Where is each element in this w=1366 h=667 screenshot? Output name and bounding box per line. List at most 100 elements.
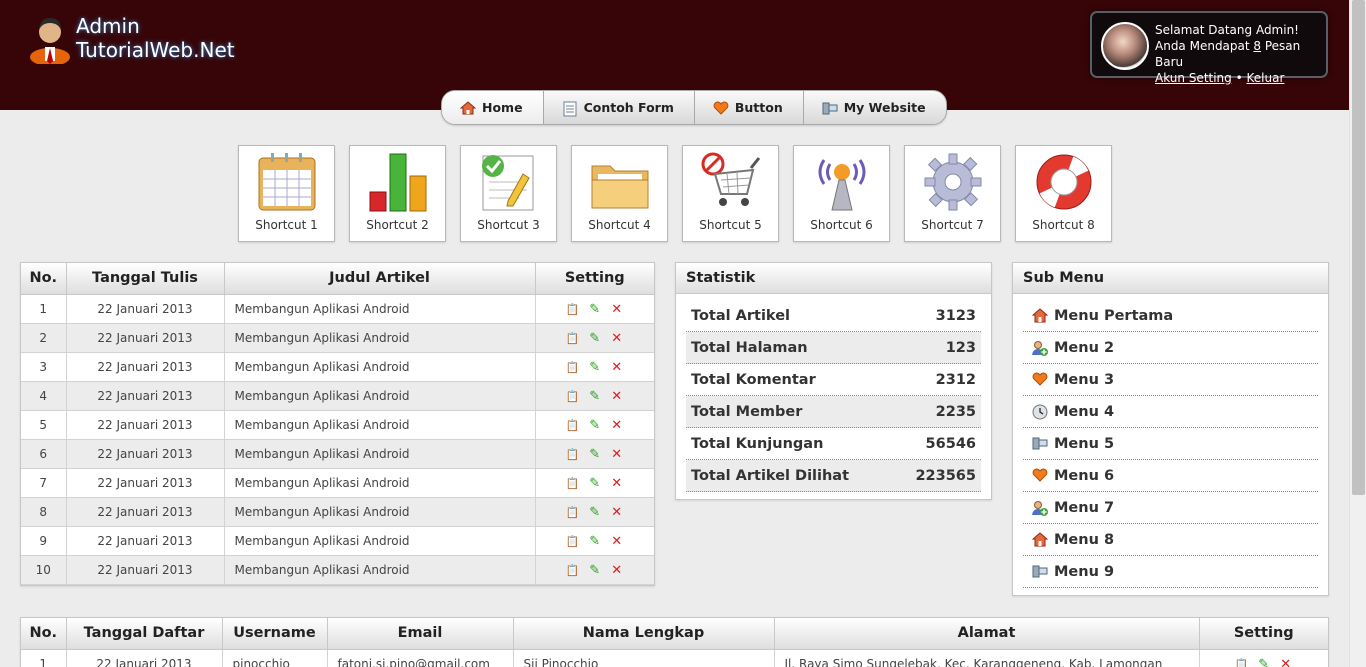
row-actions: 📋 ✎ ✕ bbox=[535, 468, 654, 498]
cart-icon bbox=[701, 152, 761, 206]
submenu-item-2[interactable]: Menu 2 bbox=[1023, 332, 1318, 364]
view-icon[interactable]: 📋 bbox=[566, 477, 580, 490]
shortcut-7[interactable]: Shortcut 7 bbox=[904, 145, 1001, 242]
site-logo[interactable]: Admin TutorialWeb.Net bbox=[28, 14, 248, 74]
submenu-item-5[interactable]: Menu 5 bbox=[1023, 428, 1318, 460]
row-actions: 📋 ✎ ✕ bbox=[535, 410, 654, 440]
scrollbar-thumb[interactable] bbox=[1352, 0, 1365, 495]
shortcut-1[interactable]: Shortcut 1 bbox=[238, 145, 335, 242]
delete-icon[interactable]: ✕ bbox=[610, 419, 624, 432]
table-cell: 2 bbox=[21, 323, 67, 353]
delete-icon[interactable]: ✕ bbox=[610, 506, 624, 519]
edit-icon[interactable]: ✎ bbox=[588, 390, 602, 403]
edit-icon[interactable]: ✎ bbox=[1257, 658, 1271, 667]
edit-icon[interactable]: ✎ bbox=[588, 477, 602, 490]
shortcut-2[interactable]: Shortcut 2 bbox=[349, 145, 446, 242]
articles-table: No. Tanggal Tulis Judul Artikel Setting … bbox=[21, 263, 654, 585]
shortcut-4[interactable]: Shortcut 4 bbox=[571, 145, 668, 242]
delete-icon[interactable]: ✕ bbox=[610, 303, 624, 316]
edit-icon[interactable]: ✎ bbox=[588, 419, 602, 432]
table-row: 2 22 Januari 2013 Membangun Aplikasi Andro… bbox=[21, 323, 654, 353]
col-setting: Setting bbox=[1199, 618, 1328, 650]
delete-icon[interactable]: ✕ bbox=[610, 332, 624, 345]
submenu-title: Sub Menu bbox=[1013, 263, 1328, 294]
checklist-icon bbox=[482, 155, 534, 211]
house-icon bbox=[1031, 531, 1049, 548]
view-icon[interactable]: 📋 bbox=[566, 506, 580, 519]
submenu-item-label: Menu 2 bbox=[1054, 339, 1115, 356]
view-icon[interactable]: 📋 bbox=[1235, 658, 1249, 667]
submenu-item-label: Menu 6 bbox=[1054, 467, 1115, 484]
edit-icon[interactable]: ✎ bbox=[588, 332, 602, 345]
account-settings-link[interactable]: Akun Setting bbox=[1155, 71, 1232, 85]
table-cell: 3 bbox=[21, 352, 67, 382]
table-cell: 22 Januari 2013 bbox=[66, 649, 223, 667]
stat-value: 123 bbox=[945, 339, 976, 356]
delete-icon[interactable]: ✕ bbox=[610, 390, 624, 403]
table-cell: Membangun Aplikasi Android bbox=[224, 294, 536, 324]
shortcut-8[interactable]: Shortcut 8 bbox=[1015, 145, 1112, 242]
row-actions: 📋 ✎ ✕ bbox=[535, 323, 654, 353]
table-cell: 1 bbox=[21, 649, 67, 667]
nav-my-website[interactable]: My Website bbox=[804, 91, 946, 124]
members-panel: No. Tanggal Daftar Username Email Nama L… bbox=[20, 617, 1329, 667]
message-count-link[interactable]: 8 bbox=[1253, 39, 1261, 53]
nav-button[interactable]: Button bbox=[695, 91, 804, 124]
row-actions: 📋 ✎ ✕ bbox=[535, 497, 654, 527]
view-icon[interactable]: 📋 bbox=[566, 332, 580, 345]
edit-icon[interactable]: ✎ bbox=[588, 564, 602, 577]
delete-icon[interactable]: ✕ bbox=[610, 448, 624, 461]
edit-icon[interactable]: ✎ bbox=[588, 506, 602, 519]
edit-icon[interactable]: ✎ bbox=[588, 303, 602, 316]
stats-list: Total Artikel 3123 Total Halaman 123 Total K… bbox=[676, 294, 991, 498]
submenu-item-label: Menu 7 bbox=[1054, 499, 1115, 516]
submenu-item-3[interactable]: Menu 3 bbox=[1023, 364, 1318, 396]
delete-icon[interactable]: ✕ bbox=[610, 477, 624, 490]
table-cell: Membangun Aplikasi Android bbox=[224, 323, 536, 353]
page-scrollbar[interactable] bbox=[1349, 0, 1366, 667]
nav-contoh-form[interactable]: Contoh Form bbox=[544, 91, 695, 124]
nav-home[interactable]: Home bbox=[442, 91, 544, 124]
view-icon[interactable]: 📋 bbox=[566, 419, 580, 432]
stat-label: Total Komentar bbox=[691, 371, 816, 388]
edit-icon[interactable]: ✎ bbox=[588, 535, 602, 548]
table-cell: Membangun Aplikasi Android bbox=[224, 468, 536, 498]
col-tanggal-daftar: Tanggal Daftar bbox=[66, 618, 223, 650]
avatar[interactable] bbox=[1101, 22, 1149, 70]
stat-row: Total Kunjungan 56546 bbox=[686, 428, 981, 460]
delete-icon[interactable]: ✕ bbox=[610, 564, 624, 577]
stats-panel: Statistik Total Artikel 3123 Total Halaman… bbox=[675, 262, 992, 500]
view-icon[interactable]: 📋 bbox=[566, 303, 580, 316]
view-icon[interactable]: 📋 bbox=[566, 564, 580, 577]
edit-icon[interactable]: ✎ bbox=[588, 361, 602, 374]
table-cell: 10 bbox=[21, 555, 67, 585]
edit-icon[interactable]: ✎ bbox=[588, 448, 602, 461]
delete-icon[interactable]: ✕ bbox=[610, 535, 624, 548]
delete-icon[interactable]: ✕ bbox=[1279, 658, 1293, 667]
submenu-item-6[interactable]: Menu 6 bbox=[1023, 460, 1318, 492]
submenu-item-8[interactable]: Menu 8 bbox=[1023, 524, 1318, 556]
submenu-item-label: Menu 8 bbox=[1054, 531, 1115, 548]
view-icon[interactable]: 📋 bbox=[566, 535, 580, 548]
shortcut-3[interactable]: Shortcut 3 bbox=[460, 145, 557, 242]
submenu-item-7[interactable]: Menu 7 bbox=[1023, 492, 1318, 524]
view-icon[interactable]: 📋 bbox=[566, 448, 580, 461]
house-icon bbox=[1031, 307, 1049, 324]
submenu-item-1[interactable]: Menu Pertama bbox=[1023, 300, 1318, 332]
logout-link[interactable]: Keluar bbox=[1247, 71, 1285, 85]
shortcut-6[interactable]: Shortcut 6 bbox=[793, 145, 890, 242]
table-cell: Membangun Aplikasi Android bbox=[224, 352, 536, 382]
view-icon[interactable]: 📋 bbox=[566, 390, 580, 403]
delete-icon[interactable]: ✕ bbox=[610, 361, 624, 374]
table-row: 7 22 Januari 2013 Membangun Aplikasi Andro… bbox=[21, 468, 654, 498]
submenu-item-4[interactable]: Menu 4 bbox=[1023, 396, 1318, 428]
view-icon[interactable]: 📋 bbox=[566, 361, 580, 374]
admin-person-icon bbox=[30, 18, 70, 64]
row-actions: 📋 ✎ ✕ bbox=[535, 352, 654, 382]
table-cell: 22 Januari 2013 bbox=[66, 352, 225, 382]
members-body: 1 22 Januari 2013 pinocchio fatoni.si.pino@… bbox=[21, 649, 1328, 667]
shortcut-5[interactable]: Shortcut 5 bbox=[682, 145, 779, 242]
submenu-item-9[interactable]: Menu 9 bbox=[1023, 556, 1318, 588]
table-row: 4 22 Januari 2013 Membangun Aplikasi Andro… bbox=[21, 381, 654, 411]
row-actions: 📋 ✎ ✕ bbox=[535, 555, 654, 585]
